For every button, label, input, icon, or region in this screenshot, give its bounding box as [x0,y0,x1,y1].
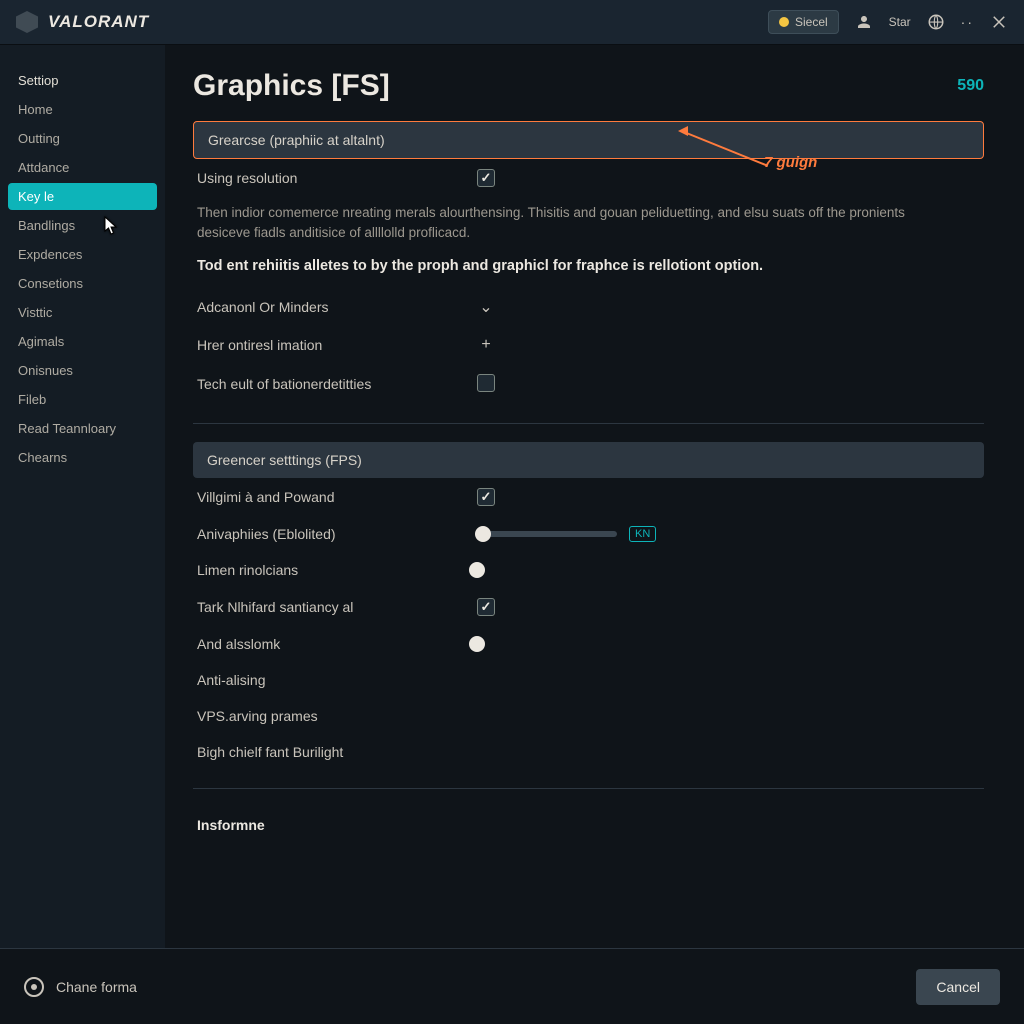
sidebar-item-agimals[interactable]: Agimals [8,328,157,355]
sidebar-item-fileb[interactable]: Fileb [8,386,157,413]
row-villgimi: Villgimi à and Powand [193,478,984,516]
app-header: VALORANT Siecel Star ·· [0,0,1024,45]
logo-shield-icon [16,11,38,33]
row-label: Villgimi à and Powand [197,489,477,505]
section-description: Then indior comemerce nreating merals al… [197,203,937,244]
plus-icon[interactable]: + [477,336,495,354]
row-anivaphiies: Anivaphiies (Eblolited) KN [193,516,984,552]
row-adcanonl: Adcanonl Or Minders ⌄ [193,288,984,326]
sidebar-item-home[interactable]: Home [8,96,157,123]
header-left: VALORANT [16,11,149,33]
checkbox-using-resolution[interactable] [477,169,495,187]
section-header-graphics[interactable]: Grearcse (praphiic at altalnt) 7 guign [193,121,984,159]
row-alsslomk: And alsslomk [193,626,984,662]
page-title: Graphics [FS] [193,69,984,103]
section-header-label: Greencer setttings (FPS) [207,452,362,468]
sidebar-item-onisnues[interactable]: Onisnues [8,357,157,384]
row-label: Tark Nlhifard santiancy al [197,599,477,615]
main-content: Graphics [FS] 590 Grearcse (praphiic at … [165,45,1024,948]
section-header-insformne: Insformne [193,807,984,843]
row-label: Tech eult of bationerdetitties [197,376,477,392]
status-pill[interactable]: Siecel [768,10,839,34]
row-label: Anivaphiies (Eblolited) [197,526,477,542]
row-label: Using resolution [197,170,477,186]
checkbox-tech-eult[interactable] [477,374,495,392]
row-bigh: Bigh chielf fant Burilight [193,734,984,770]
row-limen: Limen rinolcians [193,552,984,588]
menu-dots-icon[interactable]: ·· [961,14,974,30]
row-using-resolution: Using resolution [193,159,984,197]
row-label: Limen rinolcians [197,562,477,578]
logo-text: VALORANT [48,12,149,32]
row-tech-eult: Tech eult of bationerdetitties [193,364,984,405]
record-icon [24,977,44,997]
footer: Chane forma Cancel [0,948,1024,1024]
sidebar-item-settiop[interactable]: Settiop [8,67,157,94]
header-right: Siecel Star ·· [768,10,1008,34]
divider [193,788,984,789]
row-anti-alising: Anti-alising [193,662,984,698]
sidebar-item-outting[interactable]: Outting [8,125,157,152]
row-vps: VPS.arving prames [193,698,984,734]
status-dot-icon [779,17,789,27]
chevron-down-icon[interactable]: ⌄ [477,298,495,316]
sidebar-item-visttic[interactable]: Visttic [8,299,157,326]
sidebar: Settiop Home Outting Attdance Key le Ban… [0,45,165,948]
section-header-fps[interactable]: Greencer setttings (FPS) [193,442,984,478]
row-tark: Tark Nlhifard santiancy al [193,588,984,626]
app-body: Settiop Home Outting Attdance Key le Ban… [0,45,1024,948]
slider-badge: KN [629,526,656,542]
divider [193,423,984,424]
row-label: Adcanonl Or Minders [197,299,477,315]
row-label: Anti-alising [197,672,477,688]
page-code: 590 [957,77,984,95]
sidebar-item-expdences[interactable]: Expdences [8,241,157,268]
sidebar-item-bandlings[interactable]: Bandlings [8,212,157,239]
sidebar-item-key-le[interactable]: Key le [8,183,157,210]
star-label: Star [889,15,911,29]
status-pill-label: Siecel [795,15,828,29]
slider-anivaphiies[interactable] [477,531,617,537]
row-label: Hrer ontiresl imation [197,337,477,353]
section-header-label: Insformne [197,817,477,833]
cancel-button[interactable]: Cancel [916,969,1000,1005]
close-icon[interactable] [990,13,1008,31]
sidebar-item-chearns[interactable]: Chearns [8,444,157,471]
footer-left[interactable]: Chane forma [24,977,137,997]
section-header-label: Grearcse (praphiic at altalnt) [208,132,385,148]
sidebar-item-consetions[interactable]: Consetions [8,270,157,297]
row-label: VPS.arving prames [197,708,477,724]
checkbox-villgimi[interactable] [477,488,495,506]
footer-left-label: Chane forma [56,979,137,995]
sidebar-item-read-teannloary[interactable]: Read Teannloary [8,415,157,442]
sidebar-item-attdance[interactable]: Attdance [8,154,157,181]
user-icon[interactable] [855,13,873,31]
row-label: And alsslomk [197,636,477,652]
globe-icon[interactable] [927,13,945,31]
row-label: Bigh chielf fant Burilight [197,744,477,760]
checkbox-tark[interactable] [477,598,495,616]
row-hrer: Hrer ontiresl imation + [193,326,984,364]
section-emphasis: Tod ent rehiitis alletes to by the proph… [197,258,980,274]
